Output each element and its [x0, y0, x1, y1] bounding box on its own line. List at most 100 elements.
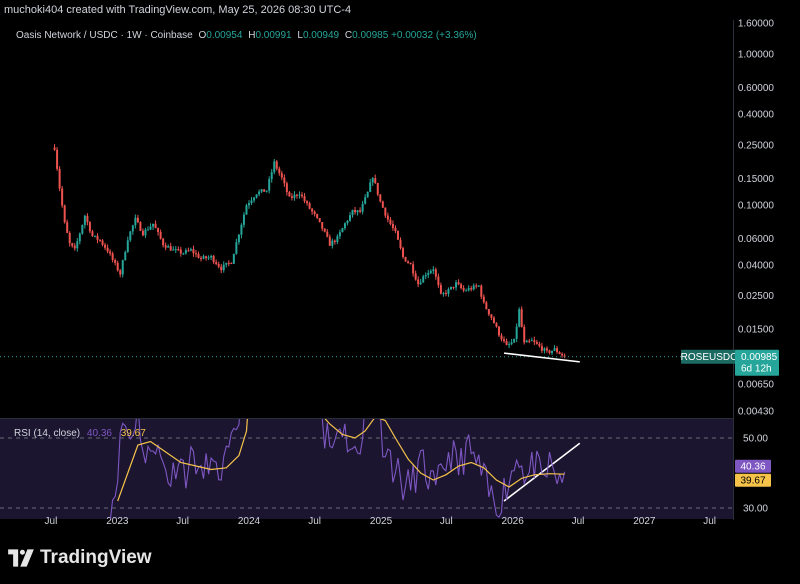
- candle-body: [220, 266, 223, 271]
- candle-body: [389, 219, 392, 224]
- candle-body: [480, 285, 483, 297]
- time-axis-label: Jul: [176, 516, 189, 527]
- candle-body: [212, 255, 215, 263]
- candle-body: [394, 228, 397, 231]
- price-pane: [0, 20, 733, 418]
- time-axis-label: Jul: [45, 516, 58, 527]
- candle-body: [513, 338, 516, 343]
- candle-body: [442, 293, 445, 295]
- candle-body: [235, 242, 238, 254]
- candle-body: [487, 309, 490, 315]
- candle-body: [104, 244, 107, 248]
- candle-body: [318, 218, 321, 223]
- attribution-text: muchoki404 created with TradingView.com,…: [4, 4, 352, 16]
- candle-body: [551, 350, 553, 353]
- candle-body: [508, 344, 511, 346]
- candle-body: [455, 282, 458, 288]
- candle-body: [139, 222, 142, 231]
- candle-body: [290, 196, 293, 198]
- candle-body: [230, 262, 233, 264]
- candle-body: [407, 261, 410, 263]
- candle-body: [71, 243, 74, 246]
- price-axis-label: 0.10000: [738, 200, 775, 211]
- candle-body: [364, 197, 367, 204]
- candle-body: [288, 192, 291, 197]
- candle-body: [268, 179, 271, 191]
- candle-body: [424, 275, 427, 277]
- candle-body: [311, 208, 314, 212]
- candle-body: [154, 223, 157, 229]
- candle-body: [500, 335, 503, 340]
- candle-body: [492, 317, 495, 324]
- chart-canvas: 1.60000 1.00000 0.60000 0.40000 0.25000 0.150…: [0, 19, 779, 527]
- candle-body: [533, 340, 536, 342]
- last-price-text: 0.00985: [741, 352, 778, 363]
- candle-body: [91, 231, 94, 237]
- candle-body: [366, 191, 369, 198]
- candle-body: [540, 345, 543, 351]
- candle-body: [197, 253, 200, 258]
- candle-body: [354, 209, 357, 213]
- candle-body: [278, 168, 281, 174]
- price-axis-label: 0.60000: [738, 83, 775, 94]
- candle-body: [467, 288, 470, 291]
- candle-body: [177, 249, 180, 251]
- time-axis-label: 2024: [238, 516, 261, 527]
- candle-body: [472, 285, 475, 290]
- price-legend: Oasis Network / USDC · 1W · Coinbase O0.…: [16, 30, 477, 41]
- candle-body: [427, 272, 430, 276]
- candle-body: [285, 183, 288, 193]
- price-axis-label: 0.06000: [738, 234, 775, 245]
- candle-body: [295, 194, 298, 196]
- candle-body: [88, 222, 91, 232]
- rsi-ma-badge-text: 39.67: [740, 476, 765, 487]
- candle-body: [414, 273, 417, 280]
- candle-body: [159, 232, 162, 239]
- candle-body: [184, 250, 187, 254]
- candle-body: [68, 232, 71, 244]
- candle-body: [328, 236, 331, 246]
- candle-body: [61, 188, 64, 206]
- candle-body: [124, 252, 127, 261]
- candle-body: [386, 215, 389, 220]
- candle-body: [530, 340, 533, 342]
- candle-body: [81, 225, 84, 234]
- candle-body: [331, 240, 334, 246]
- candle-body: [303, 196, 306, 202]
- candle-body: [86, 215, 89, 223]
- price-axis-label: 0.00430: [738, 407, 775, 418]
- candle-body: [376, 182, 379, 195]
- candle-body: [321, 222, 324, 229]
- price-axis-label: 0.00650: [738, 379, 775, 390]
- candle-body: [301, 194, 304, 197]
- candle-body: [273, 161, 276, 173]
- candle-body: [182, 253, 185, 255]
- candle-body: [316, 214, 319, 219]
- rsi-axis-label: 50.00: [743, 434, 768, 445]
- candle-body: [192, 249, 195, 254]
- candle-body: [164, 245, 167, 248]
- candle-body: [174, 249, 177, 251]
- candle-body: [538, 343, 541, 346]
- candle-body: [136, 217, 139, 223]
- candle-body: [56, 149, 59, 169]
- candle-body: [558, 352, 561, 354]
- candle-body: [298, 194, 301, 196]
- candle-body: [109, 251, 112, 254]
- tradingview-icon: [8, 549, 34, 567]
- candle-body: [270, 172, 273, 180]
- candle-body: [419, 282, 422, 285]
- time-axis-label: Jul: [308, 516, 321, 527]
- candle-body: [306, 201, 309, 204]
- candle-body: [369, 182, 372, 192]
- candle-body: [283, 177, 286, 184]
- candle-body: [169, 246, 172, 251]
- candle-body: [205, 256, 208, 259]
- price-axis-label: 0.25000: [738, 140, 775, 151]
- candle-body: [545, 348, 548, 351]
- candle-body: [144, 229, 147, 236]
- candle-body: [341, 228, 344, 233]
- candle-body: [242, 214, 245, 225]
- candle-body: [465, 290, 468, 292]
- candle-body: [396, 230, 399, 240]
